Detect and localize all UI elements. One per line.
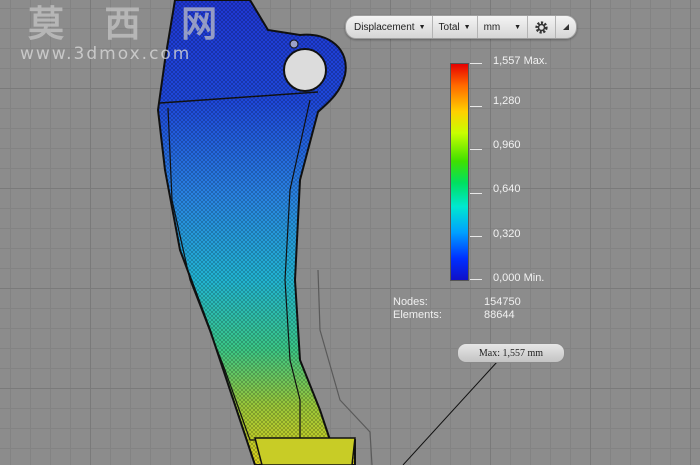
legend-tick [470,149,482,150]
elements-label: Elements: [393,309,442,321]
caret-down-icon: ▼ [463,23,471,31]
settings-button[interactable] [528,16,556,38]
color-legend-bar [450,63,469,281]
legend-tick [470,193,482,194]
legend-tick [470,63,482,64]
caret-down-icon: ▼ [418,23,426,31]
display-type-dropdown[interactable]: Displacement ▼ [346,16,433,38]
legend-value-label: 0,960 [493,139,521,151]
legend-min-label: 0,000 Min. [493,272,545,284]
gear-icon [535,20,548,34]
displacement-plot[interactable] [0,0,700,465]
legend-value-label: 0,320 [493,228,521,240]
watermark-logo-text: 莫 西 网 [28,3,232,45]
legend-tick [470,236,482,237]
legend-value-label: 1,280 [493,95,521,107]
pin-hole [283,48,327,92]
collapse-triangle-icon [563,24,569,30]
legend-tick [470,279,482,280]
3d-viewport[interactable]: 莫 西 网 www.3dmox.com Displacement ▼ Total… [0,0,700,465]
legend-tick [470,106,482,107]
nodes-label: Nodes: [393,296,428,308]
units-label: mm [483,21,501,33]
probe-text: Max: 1,557 mm [478,347,544,359]
legend-value-label: 0,640 [493,183,521,195]
watermark-url: www.3dmox.com [20,44,192,64]
expand-button[interactable] [556,16,576,38]
watermark: 莫 西 网 www.3dmox.com [20,3,232,64]
units-dropdown[interactable]: mm ▼ [478,16,528,38]
display-type-label: Displacement [354,21,415,33]
nodes-value: 154750 [484,296,521,308]
result-toolbar: Displacement ▼ Total ▼ mm ▼ [345,15,577,39]
elements-value: 88644 [484,309,515,321]
legend-max-label: 1,557 Max. [493,55,548,67]
probe-leader-line [402,361,498,465]
part-flange [254,437,356,465]
caret-down-icon: ▼ [514,23,521,31]
component-dropdown[interactable]: Total ▼ [433,16,478,38]
max-probe-label[interactable]: Max: 1,557 mm [457,343,565,363]
component-label: Total [438,21,460,33]
small-hole [289,39,299,49]
